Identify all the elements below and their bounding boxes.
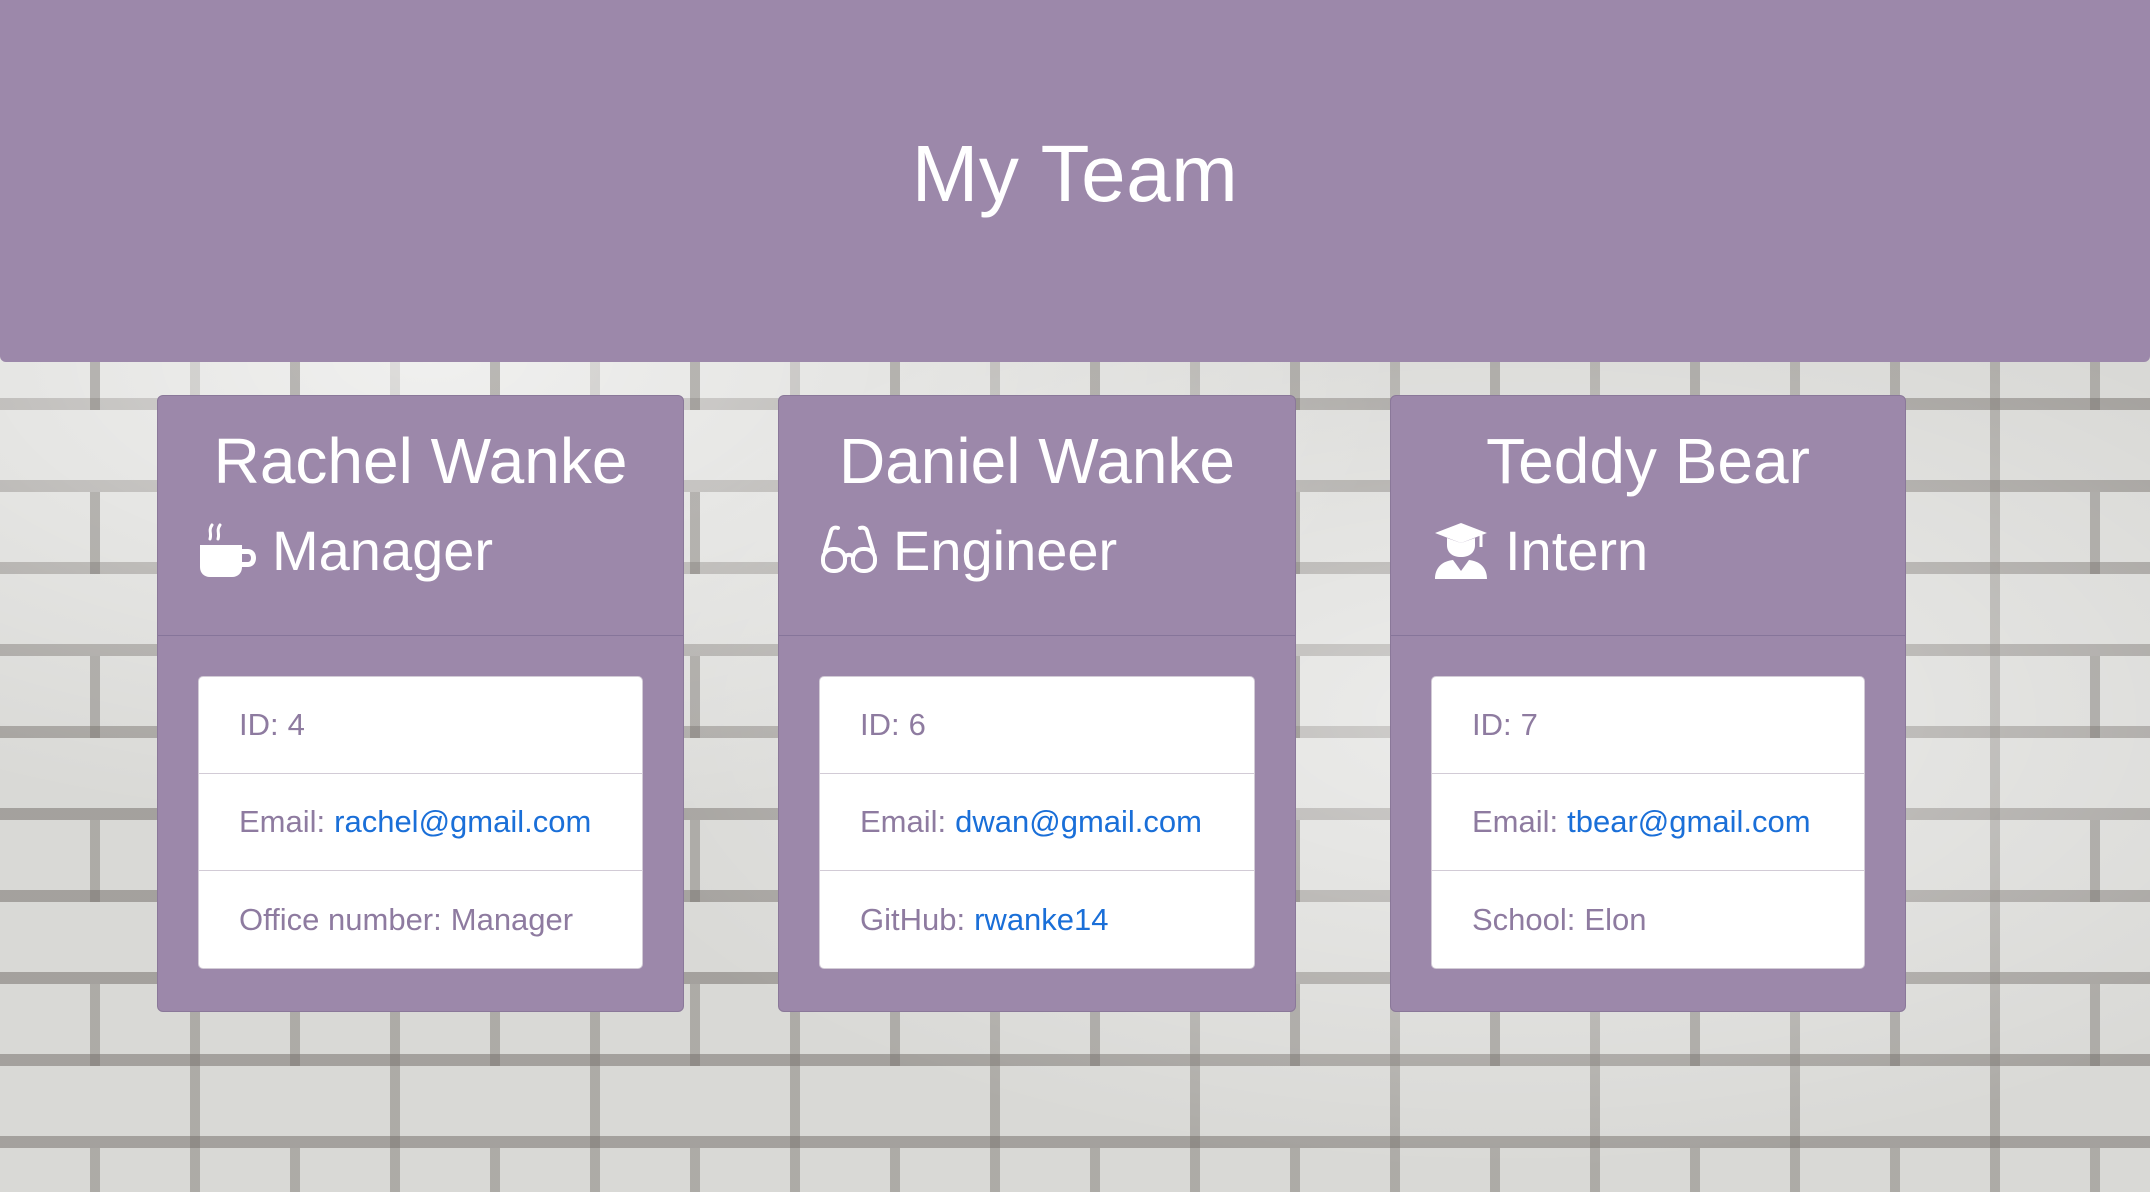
id-value: 6 bbox=[908, 707, 926, 742]
employee-name: Rachel Wanke bbox=[213, 425, 628, 497]
employee-id: ID: 4 bbox=[199, 677, 642, 774]
employee-card-intern: Teddy Bear Intern ID: 7 Email: tbear@gma… bbox=[1390, 395, 1906, 1012]
graduate-icon bbox=[1431, 521, 1491, 581]
employee-details-list: ID: 4 Email: rachel@gmail.com Office num… bbox=[198, 676, 643, 969]
github-link[interactable]: rwanke14 bbox=[974, 902, 1108, 938]
employee-role: Engineer bbox=[819, 518, 1117, 583]
employee-email: Email: dwan@gmail.com bbox=[820, 774, 1254, 871]
employee-role-label: Manager bbox=[272, 519, 494, 582]
github-label: GitHub: bbox=[860, 901, 966, 937]
employee-role-label: Intern bbox=[1505, 519, 1649, 582]
email-link[interactable]: tbear@gmail.com bbox=[1567, 804, 1810, 840]
card-header: Rachel Wanke Manager bbox=[158, 396, 683, 636]
employee-name: Teddy Bear bbox=[1486, 425, 1810, 497]
employee-school: School: Elon bbox=[1432, 871, 1864, 968]
employee-details-list: ID: 6 Email: dwan@gmail.com GitHub: rwan… bbox=[819, 676, 1255, 969]
email-link[interactable]: dwan@gmail.com bbox=[955, 804, 1202, 840]
employee-email: Email: rachel@gmail.com bbox=[199, 774, 642, 871]
employee-role: Intern bbox=[1431, 518, 1648, 583]
coffee-mug-icon bbox=[198, 521, 258, 581]
id-label: ID: bbox=[860, 707, 900, 742]
employee-role: Manager bbox=[198, 518, 493, 583]
employee-name: Daniel Wanke bbox=[838, 425, 1236, 497]
school-label: School: bbox=[1472, 901, 1576, 937]
employee-github: GitHub: rwanke14 bbox=[820, 871, 1254, 968]
email-link[interactable]: rachel@gmail.com bbox=[334, 804, 591, 840]
employee-id: ID: 6 bbox=[820, 677, 1254, 774]
id-value: 7 bbox=[1520, 707, 1538, 742]
card-header: Teddy Bear Intern bbox=[1391, 396, 1905, 636]
email-label: Email: bbox=[860, 804, 947, 839]
employee-card-manager: Rachel Wanke Manager ID: 4 Email: rachel… bbox=[157, 395, 684, 1012]
card-header: Daniel Wanke Engineer bbox=[779, 396, 1295, 636]
employee-card-engineer: Daniel Wanke Engineer ID: 6 Email: dwan@… bbox=[778, 395, 1296, 1012]
page-title: My Team bbox=[911, 129, 1239, 218]
office-number-label: Office number: bbox=[239, 901, 442, 937]
office-number-value: Manager bbox=[450, 901, 574, 937]
glasses-icon bbox=[819, 521, 879, 581]
school-value: Elon bbox=[1584, 901, 1647, 937]
employee-office-number: Office number: Manager bbox=[199, 871, 642, 968]
id-value: 4 bbox=[287, 707, 305, 742]
employee-role-label: Engineer bbox=[893, 519, 1118, 582]
employee-email: Email: tbear@gmail.com bbox=[1432, 774, 1864, 871]
id-label: ID: bbox=[239, 707, 279, 742]
id-label: ID: bbox=[1472, 707, 1512, 742]
email-label: Email: bbox=[239, 804, 326, 839]
page-header: My Team bbox=[0, 0, 2150, 362]
employee-id: ID: 7 bbox=[1432, 677, 1864, 774]
email-label: Email: bbox=[1472, 804, 1559, 839]
employee-details-list: ID: 7 Email: tbear@gmail.com School: Elo… bbox=[1431, 676, 1865, 969]
